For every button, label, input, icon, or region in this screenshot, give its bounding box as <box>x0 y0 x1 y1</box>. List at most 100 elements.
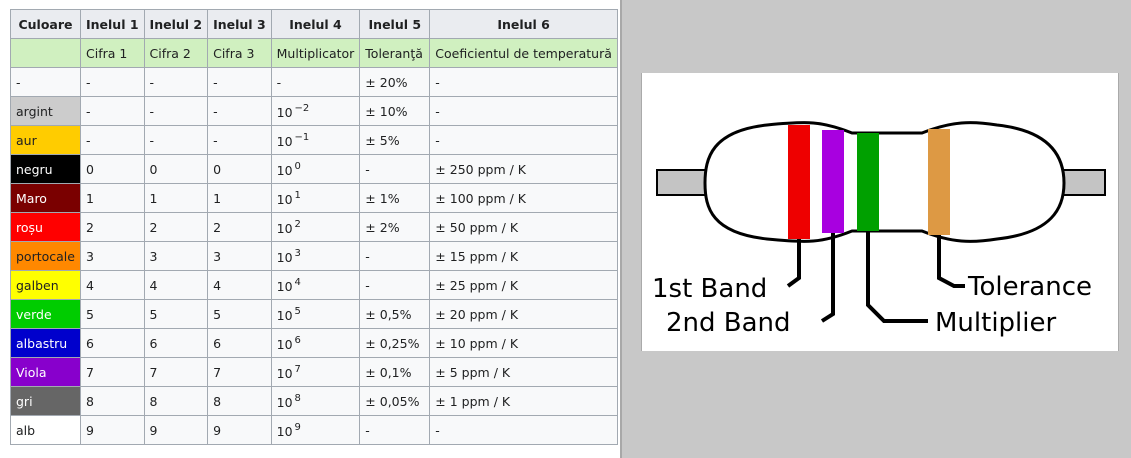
column-subheader: Cifra 3 <box>207 38 272 68</box>
table-row: gri 8 8 8 10 8 ± 0,05% ± 1 ppm / K <box>10 386 618 416</box>
tolerance-cell: ± 10% <box>359 96 431 126</box>
column-subheader: Toleranţă <box>359 38 431 68</box>
tolerance-cell: ± 20% <box>359 67 431 97</box>
multiplier-cell: 10 6 <box>270 328 361 358</box>
temp-coefficient-cell: ± 50 ppm / K <box>429 212 618 242</box>
multiplier-cell: - <box>270 67 361 97</box>
digit-1-cell: 1 <box>80 183 145 213</box>
digit-2-cell: 2 <box>143 212 209 242</box>
multiplier-base: 10 <box>276 133 293 149</box>
multiplier-base: 10 <box>276 104 293 120</box>
resistor-diagram-frame: 1st Band 2nd Band Tolerance Multiplier <box>641 73 1119 351</box>
color-swatch-cell: negru <box>10 154 81 184</box>
temp-coefficient-cell: ± 100 ppm / K <box>429 183 618 213</box>
table-row: aur - - -10 −1 ± 5% - <box>10 125 618 155</box>
multiplier-base: - <box>276 74 282 90</box>
color-swatch-cell: roșu <box>10 212 81 242</box>
multiplier-cell: 10 −1 <box>270 125 361 155</box>
tolerance-cell: - <box>359 154 431 184</box>
multiplier-exponent: 7 <box>294 363 301 375</box>
digit-3-cell: 1 <box>207 183 272 213</box>
digit-2-cell: 7 <box>143 357 209 387</box>
band-1-label: 1st Band <box>652 274 767 304</box>
digit-1-cell: 5 <box>80 299 145 329</box>
multiplier-cell: 10 4 <box>270 270 361 300</box>
table-row: galben 4 4 4 10 4- ± 25 ppm / K <box>10 270 618 300</box>
multiplier-base: 10 <box>276 307 293 323</box>
table-row: Maro 1 1 1 10 1 ± 1% ± 100 ppm / K <box>10 183 618 213</box>
table-row: negru 0 0 0 10 0- ± 250 ppm / K <box>10 154 618 184</box>
multiplier-exponent: 4 <box>294 276 301 288</box>
digit-2-cell: 5 <box>143 299 209 329</box>
tolerance-band <box>928 129 950 235</box>
table-row: roșu 2 2 2 10 2 ± 2% ± 50 ppm / K <box>10 212 618 242</box>
digit-3-cell: 4 <box>207 270 272 300</box>
color-swatch-cell: galben <box>10 270 81 300</box>
band-1 <box>788 125 810 239</box>
column-header: Inelul 6 <box>429 9 618 39</box>
column-subheader <box>10 38 81 68</box>
band-1-leader <box>786 239 801 288</box>
multiplier-exponent: 0 <box>294 160 301 172</box>
multiplier-exponent: −1 <box>294 131 310 143</box>
digit-3-cell: 6 <box>207 328 272 358</box>
multiplier-label: Multiplier <box>935 308 1057 338</box>
band-2-label: 2nd Band <box>666 308 791 338</box>
digit-1-cell: - <box>80 125 145 155</box>
column-subheader: Cifra 1 <box>80 38 145 68</box>
multiplier-base: 10 <box>276 249 293 265</box>
digit-3-cell: 0 <box>207 154 272 184</box>
multiplier-cell: 10 5 <box>270 299 361 329</box>
color-swatch-cell: portocale <box>10 241 81 271</box>
temp-coefficient-cell: - <box>429 415 618 445</box>
table-row: argint - - -10 −2 ± 10% - <box>10 96 618 126</box>
color-swatch-cell: aur <box>10 125 81 155</box>
digit-3-cell: 3 <box>207 241 272 271</box>
column-header: Culoare <box>10 9 81 39</box>
multiplier-cell: 10 1 <box>270 183 361 213</box>
band-2 <box>822 130 844 233</box>
multiplier-leader <box>866 231 928 323</box>
column-header: Inelul 4 <box>270 9 361 39</box>
temp-coefficient-cell: ± 5 ppm / K <box>429 357 618 387</box>
column-header: Inelul 3 <box>207 9 272 39</box>
digit-2-cell: 6 <box>143 328 209 358</box>
color-swatch-cell: alb <box>10 415 81 445</box>
tolerance-cell: ± 1% <box>359 183 431 213</box>
resistor-diagram: 1st Band 2nd Band Tolerance Multiplier <box>652 121 1106 338</box>
tolerance-cell: ± 2% <box>359 212 431 242</box>
temp-coefficient-cell: ± 20 ppm / K <box>429 299 618 329</box>
color-swatch-cell: gri <box>10 386 81 416</box>
multiplier-exponent: 1 <box>294 189 301 201</box>
digit-1-cell: 6 <box>80 328 145 358</box>
multiplier-cell: 10 3 <box>270 241 361 271</box>
multiplier-base: 10 <box>276 365 293 381</box>
multiplier-exponent: 3 <box>294 247 301 259</box>
digit-1-cell: 9 <box>80 415 145 445</box>
multiplier-cell: 10 2 <box>270 212 361 242</box>
table-row: Viola 7 7 7 10 7 ± 0,1% ± 5 ppm / K <box>10 357 618 387</box>
digit-2-cell: - <box>143 125 209 155</box>
color-swatch-cell: Maro <box>10 183 81 213</box>
multiplier-cell: 10 9 <box>270 415 361 445</box>
color-swatch-cell: - <box>10 67 81 97</box>
digit-2-cell: - <box>143 67 209 97</box>
multiplier-exponent: 9 <box>294 421 301 433</box>
tolerance-cell: - <box>359 415 431 445</box>
multiplier-base: 10 <box>276 278 293 294</box>
digit-2-cell: 3 <box>143 241 209 271</box>
resistor-body <box>703 121 1066 243</box>
multiplier-exponent: 5 <box>294 305 301 317</box>
digit-3-cell: 8 <box>207 386 272 416</box>
multiplier-cell: 10 −2 <box>270 96 361 126</box>
multiplier-base: 10 <box>276 162 293 178</box>
header-row: Culoare Inelul 1 Inelul 2 Inelul 3 Inelu… <box>10 9 618 39</box>
multiplier-cell: 10 0 <box>270 154 361 184</box>
digit-2-cell: 0 <box>143 154 209 184</box>
digit-2-cell: 4 <box>143 270 209 300</box>
temp-coefficient-cell: - <box>429 125 618 155</box>
temp-coefficient-cell: - <box>429 67 618 97</box>
column-subheader: Multiplicator <box>270 38 361 68</box>
multiplier-band <box>857 133 879 231</box>
left-lead <box>656 169 708 196</box>
